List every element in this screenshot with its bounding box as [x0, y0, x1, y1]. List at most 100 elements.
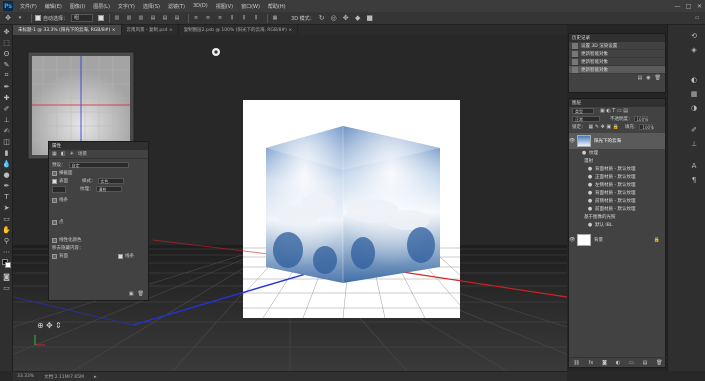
background-layer-name[interactable]: 背景 — [594, 237, 603, 243]
character-panel-icon[interactable]: A — [689, 161, 699, 171]
crop-tool-icon[interactable]: ⌗ — [2, 71, 11, 80]
distribute-icon[interactable]: ⫼ — [240, 14, 248, 22]
tab-copy-layer-2[interactable]: 复制图层2.psb @ 100% (阳光下的云海, RGB/8#) × — [179, 25, 299, 35]
visibility-eye-icon[interactable]: ● — [587, 166, 593, 172]
fill-input[interactable]: 100% — [639, 124, 654, 130]
texture-dropdown[interactable]: 漫射 — [95, 186, 122, 192]
clone-source-icon[interactable]: ⊥ — [689, 139, 699, 149]
distribute-icon[interactable]: ⫼ — [228, 14, 236, 22]
3d-pan-icon[interactable]: ✥ — [342, 14, 350, 22]
eraser-tool-icon[interactable]: ◫ — [2, 137, 11, 146]
preset-dropdown[interactable]: 自定 — [68, 162, 129, 168]
move-tool-icon[interactable]: ✥ — [4, 14, 12, 22]
surface-checkbox[interactable] — [52, 178, 57, 184]
distribute-icon[interactable]: ≡ — [216, 14, 224, 22]
3d-zoom-camera-icon[interactable]: ⇕ — [55, 321, 62, 330]
new-layer-icon[interactable]: ▤ — [643, 360, 648, 366]
history-item[interactable]: 设置 3D 渲染设置 — [569, 42, 665, 50]
delete-icon[interactable]: 🗑 — [655, 75, 661, 81]
menu-image[interactable]: 图像(I) — [66, 3, 89, 10]
paragraph-panel-icon[interactable]: ¶ — [689, 175, 699, 185]
layer-style-icon[interactable]: fx — [589, 360, 594, 366]
link-layers-icon[interactable]: ⛓ — [573, 360, 579, 366]
status-arrow-icon[interactable]: ▸ — [94, 374, 97, 380]
sublayer-row[interactable]: ● 前侧材质 - 默认纹理 — [569, 197, 665, 205]
align-bottom-icon[interactable]: ▥ — [137, 14, 145, 22]
minimize-button[interactable]: — — [672, 3, 683, 10]
sublayer-row[interactable]: 基于图像的光照 — [569, 213, 665, 221]
hand-tool-icon[interactable]: ✋ — [2, 225, 11, 234]
3d-slide-icon[interactable]: ◆ — [354, 14, 362, 22]
visibility-eye-icon[interactable]: ● — [587, 174, 593, 180]
lines-checkbox[interactable] — [52, 197, 57, 203]
align-top-icon[interactable]: ▥ — [113, 14, 121, 22]
sublayer-row[interactable]: ● 默认 IBL — [569, 221, 665, 229]
zoom-level[interactable]: 33.33% — [17, 374, 34, 379]
points-checkbox[interactable] — [52, 219, 57, 225]
screen-mode-icon[interactable]: ▭ — [2, 283, 11, 292]
history-panel-icon[interactable]: ⟲ — [689, 31, 699, 41]
3d-panel-icon[interactable]: ◈ — [689, 45, 699, 55]
new-document-icon[interactable]: ▤ — [638, 75, 643, 81]
linearize-colors-checkbox[interactable] — [52, 237, 57, 243]
marquee-tool-icon[interactable]: ⬚ — [2, 38, 11, 47]
menu-select[interactable]: 选择(S) — [139, 3, 164, 10]
filter-icons[interactable]: ▣ ◐ T ▭ ▤ — [600, 108, 628, 114]
menu-3d[interactable]: 3D(D) — [189, 3, 212, 9]
lock-icons[interactable]: ▦ ✎ ✥ ▣ 🔒 — [589, 124, 619, 130]
tab-scene[interactable]: 场景 — [78, 151, 87, 157]
visibility-eye-icon[interactable]: ● — [587, 206, 593, 212]
visibility-eye-icon[interactable]: ● — [581, 150, 587, 156]
align-right-icon[interactable]: ▤ — [173, 14, 181, 22]
maximize-button[interactable]: □ — [683, 3, 694, 10]
color-panel-icon[interactable]: ◐ — [689, 75, 699, 85]
sublayer-row[interactable]: 漫射 — [569, 157, 665, 165]
layer-row-background[interactable]: 👁 背景 🔒 — [569, 232, 665, 248]
menu-filter[interactable]: 滤镜(T) — [164, 3, 189, 10]
visibility-eye-icon[interactable]: 👁 — [569, 138, 575, 144]
healing-brush-icon[interactable]: ✚ — [2, 93, 11, 102]
history-item[interactable]: 更新智能对象 — [569, 50, 665, 58]
path-select-icon[interactable]: ➤ — [2, 203, 11, 212]
3d-scale-icon[interactable]: ■ — [366, 14, 374, 22]
close-window-button[interactable]: ✕ — [694, 3, 705, 10]
add-mask-icon[interactable]: ◙ — [602, 360, 607, 366]
menu-edit[interactable]: 编辑(E) — [41, 3, 66, 10]
3d-pan-camera-icon[interactable]: ✥ — [46, 321, 53, 330]
pen-tool-icon[interactable]: ✒ — [2, 181, 11, 190]
sublayer-row[interactable]: ● 纹理 — [569, 149, 665, 157]
layer-kind-filter[interactable]: 类型 — [572, 108, 594, 114]
dodge-tool-icon[interactable]: ● — [2, 170, 11, 179]
quick-mask-icon[interactable]: ◙ — [2, 272, 11, 281]
3d-roll-icon[interactable]: ◎ — [330, 14, 338, 22]
adjustment-layer-icon[interactable]: ◐ — [616, 360, 620, 366]
blur-tool-icon[interactable]: 💧 — [2, 159, 11, 168]
workspace-icon[interactable]: ▭ — [693, 14, 701, 22]
adjustments-panel-icon[interactable]: ◑ — [689, 103, 699, 113]
distribute-icon[interactable]: ≡ — [192, 14, 200, 22]
auto-align-icon[interactable]: ▦ — [271, 14, 279, 22]
surface-color-swatch[interactable] — [52, 185, 66, 193]
sublayer-row[interactable]: ● 左侧材质 - 默认纹理 — [569, 181, 665, 189]
cross-section-checkbox[interactable] — [52, 170, 57, 176]
3d-orbit-icon[interactable]: ⊕ — [37, 321, 44, 330]
delete-layer-icon[interactable]: 🗑 — [656, 360, 662, 366]
scene-icon[interactable]: ▦ — [52, 151, 57, 157]
3d-rotate-icon[interactable]: ↻ — [318, 14, 326, 22]
gradient-tool-icon[interactable]: ▮ — [2, 148, 11, 157]
backface-checkbox[interactable] — [52, 253, 57, 259]
swatches-panel-icon[interactable]: ▦ — [689, 89, 699, 99]
opacity-input[interactable]: 100% — [633, 116, 648, 122]
distribute-icon[interactable]: ⫼ — [252, 14, 260, 22]
visibility-eye-icon[interactable]: ● — [587, 198, 593, 204]
style-dropdown[interactable]: 实色 — [97, 178, 124, 184]
delete-icon[interactable]: 🗑 — [138, 291, 144, 297]
lines-hidden-checkbox[interactable] — [118, 253, 123, 259]
quick-select-tool-icon[interactable]: ✎ — [2, 60, 11, 69]
mesh-icon[interactable]: ◧ — [61, 151, 66, 157]
layer-name[interactable]: 阳光下的云海 — [594, 138, 621, 144]
sublayer-row[interactable]: ● 前面材质 - 默认纹理 — [569, 205, 665, 213]
menu-window[interactable]: 窗口(W) — [237, 3, 264, 10]
type-tool-icon[interactable]: T — [2, 192, 11, 201]
more-tools-icon[interactable]: ⋯ — [2, 247, 11, 256]
